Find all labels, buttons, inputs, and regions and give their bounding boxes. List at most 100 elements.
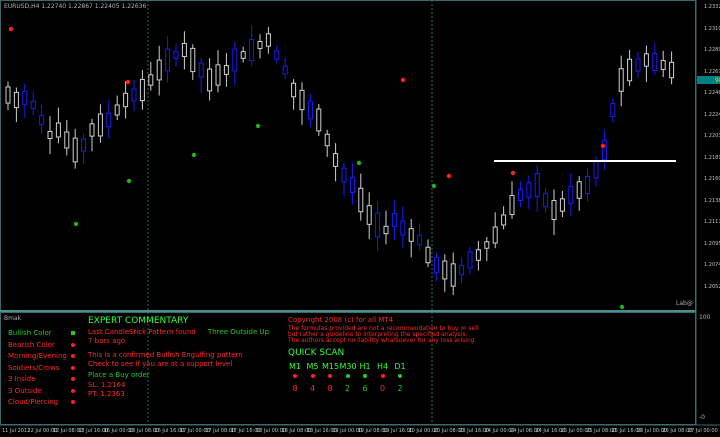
candle-body (307, 100, 313, 120)
pattern-label: Cloud/Piercing (8, 398, 59, 406)
candle-body (559, 198, 565, 212)
candle-body (55, 122, 61, 138)
price-tick-label: 1.21385 (704, 197, 720, 204)
candle-body (585, 176, 591, 194)
price-tick-label: 1.22890 (704, 47, 720, 53)
price-tick-label: 1.22245 (704, 111, 720, 118)
copyright-line1: Copyright 2008 (c) for all MT4 (288, 316, 394, 324)
candle-body (97, 113, 103, 137)
pattern-label: Bearish Color (8, 340, 55, 349)
candle-body (618, 68, 624, 92)
pattern-indicator-icon (71, 331, 75, 335)
buy-signal-dot (619, 304, 625, 310)
candle-body (475, 249, 481, 261)
candle-body (333, 153, 339, 167)
candle-body (551, 199, 557, 221)
scan-value: 4 (309, 384, 316, 393)
sub-scale-bottom: -0 (699, 414, 705, 421)
candle-body (22, 90, 28, 106)
pattern-label: 3 Inside (8, 375, 36, 383)
candle-body (165, 48, 171, 72)
scan-status-icon (363, 374, 367, 378)
scan-status-icon (345, 374, 350, 378)
candle-body (64, 131, 70, 149)
pattern-indicator-icon (71, 342, 75, 347)
commentary-line1: This is a confirmed Bullish Engulfing pa… (88, 351, 243, 359)
candle-body (123, 92, 129, 108)
scan-value: 6 (362, 384, 368, 393)
candle-body (81, 138, 87, 152)
price-tick-label: 1.20955 (704, 240, 720, 247)
pattern-indicator-icon (71, 377, 75, 381)
candle-body (601, 139, 607, 161)
price-tick-label: 1.21600 (704, 176, 720, 182)
candle-body (400, 220, 406, 236)
candle-body (492, 226, 498, 244)
candle-body (660, 60, 666, 70)
candle-body (341, 167, 347, 183)
scan-status-icon (380, 374, 385, 378)
candle-body (30, 100, 36, 110)
candle-body (215, 64, 221, 86)
candle-body (383, 225, 389, 235)
candle-body (610, 103, 616, 117)
price-tick-label: 1.20525 (704, 283, 720, 290)
candle-body (417, 235, 423, 245)
candle-body (173, 51, 179, 59)
pattern-label: Morning/Evening (8, 352, 67, 360)
sell-signal-dot (8, 26, 14, 32)
candle-body (349, 177, 355, 193)
price-tick-label: 1.21815 (704, 154, 720, 161)
pattern-indicator-icon (71, 400, 75, 404)
candle-body (190, 47, 196, 73)
commentary-line2: Check to see if you are at a support lev… (88, 360, 233, 368)
candle-body (568, 185, 574, 205)
candle-body (324, 133, 330, 147)
pattern-indicator-icon (71, 365, 75, 370)
scan-timeframe-label: M1 (289, 362, 301, 371)
scan-value: 2 (344, 384, 351, 393)
candle-body (114, 104, 120, 116)
scan-timeframe-label: M5 (306, 362, 319, 371)
price-tick-label: 1.23105 (704, 25, 720, 32)
sell-signal-dot (600, 143, 606, 149)
candle-body (13, 91, 19, 109)
sell-signal-dot (510, 170, 516, 176)
pattern-label: 3 Outside (8, 386, 42, 395)
scan-value: 0 (379, 384, 386, 393)
candle-body (543, 192, 549, 208)
sell-signal-dot (400, 77, 406, 83)
pattern-label: Bullish Color (8, 329, 52, 337)
scan-timeframe-label: M15 (322, 362, 340, 371)
candle-body (526, 182, 532, 198)
candle-body (358, 187, 364, 213)
candle-body (249, 39, 255, 61)
candle-body (643, 53, 649, 67)
candle-body (207, 68, 213, 92)
candle-body (459, 264, 465, 276)
candle-body (534, 172, 540, 198)
candle-body (669, 61, 675, 79)
scan-value: 2 (397, 384, 403, 393)
sell-signal-dot (125, 79, 131, 85)
candle-body (450, 263, 456, 287)
buy-signal-dot (356, 160, 362, 166)
candle-body (484, 241, 490, 249)
price-tick-label: 1.22460 (704, 90, 720, 96)
current-price-label: 98 (715, 77, 720, 84)
candle-body (509, 194, 515, 216)
candle-body (282, 65, 288, 75)
scan-value: 8 (327, 384, 333, 393)
buy-signal-dot (73, 221, 79, 227)
candle-body (391, 212, 397, 228)
buy-signal-dot (255, 123, 261, 129)
candle-body (198, 62, 204, 78)
pattern-label: Soldiers/Crows (8, 363, 60, 372)
candle-body (148, 74, 154, 86)
date-tick-label: 11 Jul 2012 (2, 428, 31, 434)
price-tick-label: 1.23320 (704, 4, 720, 10)
candle-body (366, 205, 372, 225)
quick-scan-title: QUICK SCAN (288, 348, 345, 358)
candle-body (232, 48, 238, 72)
price-tick-label: 1.20740 (704, 262, 720, 268)
